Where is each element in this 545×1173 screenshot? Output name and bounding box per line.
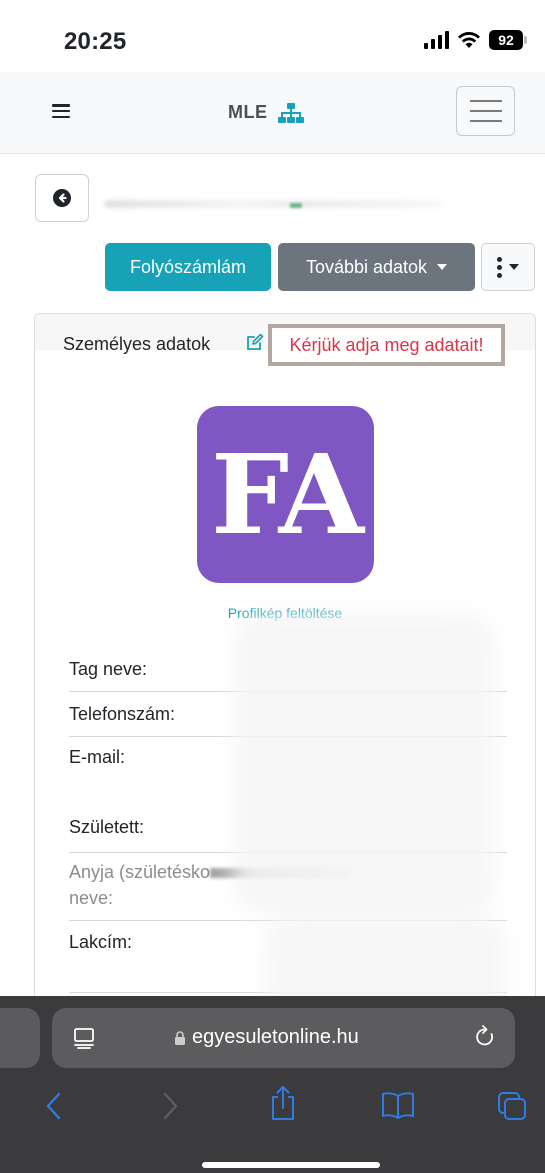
battery-icon: 92 (489, 30, 527, 50)
previous-tab-peek[interactable] (0, 1008, 40, 1068)
avatar-initials: FA (211, 429, 364, 559)
redacted-mark (290, 203, 302, 208)
redacted-area (235, 614, 495, 914)
more-options-button[interactable] (481, 243, 535, 291)
status-bar: 20:25 92 (0, 0, 545, 72)
sidebar-menu-icon[interactable] (52, 104, 70, 118)
browser-toolbar (0, 1084, 545, 1134)
status-icons: 92 (424, 30, 527, 50)
reload-icon[interactable] (473, 1024, 497, 1050)
caret-down-icon (509, 264, 519, 270)
card-title: Személyes adatok (63, 334, 211, 354)
warning-message: Kérjük adja meg adatait! (289, 334, 484, 355)
account-statement-button[interactable]: Folyószámlám (105, 243, 271, 291)
more-data-label: További adatok (305, 256, 428, 277)
bookmarks-icon[interactable] (380, 1090, 416, 1120)
share-icon[interactable] (268, 1084, 298, 1122)
avatar: FA (197, 406, 374, 583)
back-icon[interactable] (44, 1090, 64, 1122)
forward-icon[interactable] (160, 1090, 180, 1122)
redacted-member-name (104, 200, 444, 208)
browser-bottom-bar: egyesuletonline.hu (0, 996, 545, 1173)
sitemap-icon (277, 102, 304, 123)
kebab-icon (497, 256, 502, 278)
back-button[interactable] (35, 174, 89, 222)
more-data-dropdown-button[interactable]: További adatok (278, 243, 475, 291)
brand-name: MLE (228, 102, 268, 122)
reader-view-icon[interactable] (72, 1026, 96, 1050)
warning-box: Kérjük adja meg adatait! (268, 324, 505, 366)
address-bar[interactable]: egyesuletonline.hu (52, 1008, 515, 1068)
home-indicator[interactable] (202, 1162, 380, 1168)
navbar-toggler-button[interactable] (456, 86, 515, 136)
url-text: egyesuletonline.hu (192, 1026, 359, 1048)
brand[interactable]: MLE (228, 102, 304, 123)
tabs-icon[interactable] (496, 1090, 528, 1122)
status-time: 20:25 (64, 28, 127, 55)
arrow-left-circle-icon (53, 189, 71, 207)
personal-data-card: Személyes adatok Kérjük adja meg adatait… (34, 313, 536, 1033)
signal-icon (424, 31, 449, 49)
lock-icon (175, 1030, 185, 1045)
mother-name-line2: neve: (69, 888, 114, 908)
app-navbar: MLE (0, 72, 545, 154)
mother-name-line1: Anyja (születésko (69, 862, 211, 882)
url-display[interactable]: egyesuletonline.hu (174, 1026, 359, 1049)
caret-down-icon (437, 264, 448, 270)
wifi-icon (457, 31, 481, 49)
edit-icon[interactable] (245, 332, 265, 357)
